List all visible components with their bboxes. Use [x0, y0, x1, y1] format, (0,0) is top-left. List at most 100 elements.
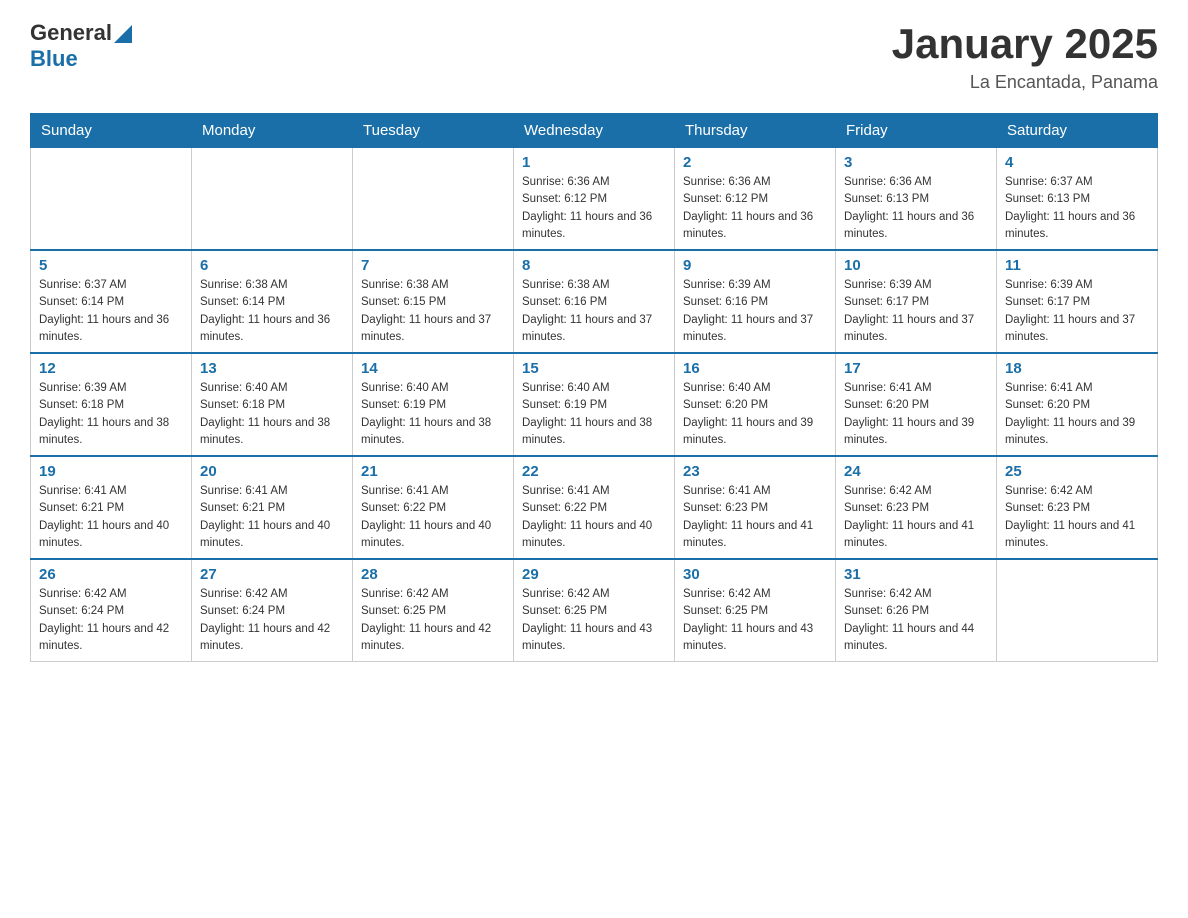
table-row: 30 Sunrise: 6:42 AMSunset: 6:25 PMDayligh…	[675, 559, 836, 662]
table-row: 12Sunrise: 6:39 AMSunset: 6:18 PMDayligh…	[31, 353, 192, 456]
logo-general: General	[30, 20, 112, 46]
day-number: 5	[39, 257, 183, 274]
table-row	[997, 559, 1158, 662]
day-number: 16	[683, 360, 827, 377]
day-number: 6	[200, 257, 344, 274]
table-row: 24 Sunrise: 6:42 AMSunset: 6:23 PMDayligh…	[836, 456, 997, 559]
day-number: 31	[844, 566, 988, 583]
calendar-week-row: 12Sunrise: 6:39 AMSunset: 6:18 PMDayligh…	[31, 353, 1158, 456]
day-info: Sunrise: 6:42 AMSunset: 6:26 PMDaylight:…	[844, 586, 988, 655]
table-row: 2 Sunrise: 6:36 AMSunset: 6:12 PMDaylight…	[675, 148, 836, 251]
day-info: Sunrise: 6:41 AMSunset: 6:22 PMDaylight:…	[361, 483, 505, 552]
table-row: 10Sunrise: 6:39 AMSunset: 6:17 PMDayligh…	[836, 250, 997, 353]
table-row: 3 Sunrise: 6:36 AMSunset: 6:13 PMDaylight…	[836, 148, 997, 251]
table-row: 27 Sunrise: 6:42 AMSunset: 6:24 PMDayligh…	[192, 559, 353, 662]
day-info: Sunrise: 6:41 AMSunset: 6:20 PMDaylight:…	[844, 380, 988, 449]
logo: General Blue	[30, 20, 132, 72]
day-number: 3	[844, 154, 988, 171]
table-row: 1 Sunrise: 6:36 AMSunset: 6:12 PMDaylight…	[514, 148, 675, 251]
table-row: 23Sunrise: 6:41 AMSunset: 6:23 PMDayligh…	[675, 456, 836, 559]
day-number: 29	[522, 566, 666, 583]
table-row: 26 Sunrise: 6:42 AMSunset: 6:24 PMDayligh…	[31, 559, 192, 662]
table-row: 20Sunrise: 6:41 AMSunset: 6:21 PMDayligh…	[192, 456, 353, 559]
day-info: Sunrise: 6:38 AMSunset: 6:14 PMDaylight:…	[200, 277, 344, 346]
day-number: 8	[522, 257, 666, 274]
table-row	[353, 148, 514, 251]
table-row: 13 Sunrise: 6:40 AMSunset: 6:18 PMDayligh…	[192, 353, 353, 456]
table-row: 9 Sunrise: 6:39 AMSunset: 6:16 PMDaylight…	[675, 250, 836, 353]
day-number: 15	[522, 360, 666, 377]
day-number: 27	[200, 566, 344, 583]
day-number: 23	[683, 463, 827, 480]
table-row: 16 Sunrise: 6:40 AMSunset: 6:20 PMDayligh…	[675, 353, 836, 456]
table-row: 17 Sunrise: 6:41 AMSunset: 6:20 PMDayligh…	[836, 353, 997, 456]
table-row: 31 Sunrise: 6:42 AMSunset: 6:26 PMDayligh…	[836, 559, 997, 662]
day-number: 12	[39, 360, 183, 377]
day-info: Sunrise: 6:36 AMSunset: 6:12 PMDaylight:…	[522, 174, 666, 243]
table-row	[192, 148, 353, 251]
day-number: 25	[1005, 463, 1149, 480]
calendar-week-row: 1 Sunrise: 6:36 AMSunset: 6:12 PMDaylight…	[31, 148, 1158, 251]
col-friday: Friday	[836, 114, 997, 148]
day-number: 24	[844, 463, 988, 480]
calendar-header-row: Sunday Monday Tuesday Wednesday Thursday…	[31, 114, 1158, 148]
day-info: Sunrise: 6:42 AMSunset: 6:24 PMDaylight:…	[39, 586, 183, 655]
table-row: 21 Sunrise: 6:41 AMSunset: 6:22 PMDayligh…	[353, 456, 514, 559]
day-info: Sunrise: 6:36 AMSunset: 6:12 PMDaylight:…	[683, 174, 827, 243]
day-info: Sunrise: 6:39 AMSunset: 6:16 PMDaylight:…	[683, 277, 827, 346]
table-row: 6 Sunrise: 6:38 AMSunset: 6:14 PMDaylight…	[192, 250, 353, 353]
day-info: Sunrise: 6:41 AMSunset: 6:21 PMDaylight:…	[200, 483, 344, 552]
table-row	[31, 148, 192, 251]
page-header: General Blue January 2025 La Encantada, …	[30, 20, 1158, 93]
day-number: 21	[361, 463, 505, 480]
day-info: Sunrise: 6:42 AMSunset: 6:25 PMDaylight:…	[361, 586, 505, 655]
day-info: Sunrise: 6:42 AMSunset: 6:24 PMDaylight:…	[200, 586, 344, 655]
table-row: 14 Sunrise: 6:40 AMSunset: 6:19 PMDayligh…	[353, 353, 514, 456]
calendar-subtitle: La Encantada, Panama	[892, 72, 1158, 93]
day-info: Sunrise: 6:36 AMSunset: 6:13 PMDaylight:…	[844, 174, 988, 243]
day-number: 13	[200, 360, 344, 377]
day-number: 28	[361, 566, 505, 583]
col-wednesday: Wednesday	[514, 114, 675, 148]
table-row: 28 Sunrise: 6:42 AMSunset: 6:25 PMDayligh…	[353, 559, 514, 662]
calendar-title: January 2025	[892, 20, 1158, 68]
day-info: Sunrise: 6:41 AMSunset: 6:22 PMDaylight:…	[522, 483, 666, 552]
table-row: 5 Sunrise: 6:37 AMSunset: 6:14 PMDaylight…	[31, 250, 192, 353]
day-info: Sunrise: 6:38 AMSunset: 6:16 PMDaylight:…	[522, 277, 666, 346]
day-number: 4	[1005, 154, 1149, 171]
calendar-table: Sunday Monday Tuesday Wednesday Thursday…	[30, 113, 1158, 662]
day-number: 30	[683, 566, 827, 583]
day-info: Sunrise: 6:41 AMSunset: 6:20 PMDaylight:…	[1005, 380, 1149, 449]
day-info: Sunrise: 6:42 AMSunset: 6:25 PMDaylight:…	[683, 586, 827, 655]
day-info: Sunrise: 6:40 AMSunset: 6:19 PMDaylight:…	[361, 380, 505, 449]
day-number: 10	[844, 257, 988, 274]
table-row: 25 Sunrise: 6:42 AMSunset: 6:23 PMDayligh…	[997, 456, 1158, 559]
day-number: 2	[683, 154, 827, 171]
col-tuesday: Tuesday	[353, 114, 514, 148]
table-row: 7Sunrise: 6:38 AMSunset: 6:15 PMDaylight…	[353, 250, 514, 353]
day-info: Sunrise: 6:42 AMSunset: 6:25 PMDaylight:…	[522, 586, 666, 655]
day-info: Sunrise: 6:37 AMSunset: 6:14 PMDaylight:…	[39, 277, 183, 346]
table-row: 8 Sunrise: 6:38 AMSunset: 6:16 PMDaylight…	[514, 250, 675, 353]
table-row: 19Sunrise: 6:41 AMSunset: 6:21 PMDayligh…	[31, 456, 192, 559]
table-row: 4 Sunrise: 6:37 AMSunset: 6:13 PMDaylight…	[997, 148, 1158, 251]
day-number: 9	[683, 257, 827, 274]
calendar-week-row: 19Sunrise: 6:41 AMSunset: 6:21 PMDayligh…	[31, 456, 1158, 559]
day-info: Sunrise: 6:37 AMSunset: 6:13 PMDaylight:…	[1005, 174, 1149, 243]
day-info: Sunrise: 6:40 AMSunset: 6:18 PMDaylight:…	[200, 380, 344, 449]
day-info: Sunrise: 6:40 AMSunset: 6:20 PMDaylight:…	[683, 380, 827, 449]
day-number: 17	[844, 360, 988, 377]
day-number: 14	[361, 360, 505, 377]
table-row: 11Sunrise: 6:39 AMSunset: 6:17 PMDayligh…	[997, 250, 1158, 353]
logo-triangle-icon	[114, 25, 132, 43]
day-info: Sunrise: 6:41 AMSunset: 6:21 PMDaylight:…	[39, 483, 183, 552]
day-info: Sunrise: 6:42 AMSunset: 6:23 PMDaylight:…	[1005, 483, 1149, 552]
day-info: Sunrise: 6:42 AMSunset: 6:23 PMDaylight:…	[844, 483, 988, 552]
day-info: Sunrise: 6:40 AMSunset: 6:19 PMDaylight:…	[522, 380, 666, 449]
day-number: 7	[361, 257, 505, 274]
day-number: 1	[522, 154, 666, 171]
day-number: 26	[39, 566, 183, 583]
day-number: 11	[1005, 257, 1149, 274]
title-section: January 2025 La Encantada, Panama	[892, 20, 1158, 93]
table-row: 18Sunrise: 6:41 AMSunset: 6:20 PMDayligh…	[997, 353, 1158, 456]
